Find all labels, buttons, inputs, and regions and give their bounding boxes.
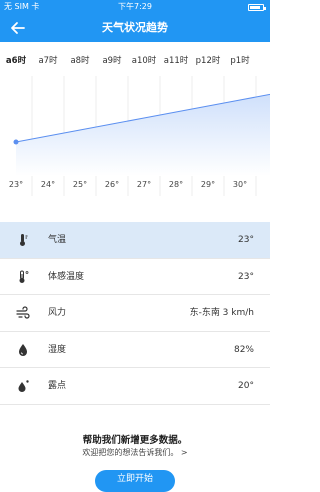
detail-label: 气温	[48, 235, 67, 245]
temperature-label: 28°	[168, 180, 184, 189]
detail-row-wind[interactable]: 风力 东-东南 3 km/h	[0, 295, 270, 332]
detail-value: 23°	[238, 235, 254, 245]
detail-list: 气温 23° 体感温度 23° 风力 东-东南 3 km/h 湿度 82% 露点…	[0, 222, 270, 405]
detail-value: 20°	[238, 381, 254, 391]
dew-point-icon	[18, 380, 29, 392]
hour-label[interactable]: a8时	[64, 54, 96, 66]
feels-like-icon	[19, 270, 29, 283]
temperature-chart[interactable]	[0, 76, 270, 196]
battery-icon	[248, 4, 266, 11]
temperature-labels: 23° 24° 25° 26° 27° 28° 29° 30°	[0, 180, 270, 194]
temperature-label: 30°	[232, 180, 248, 189]
temperature-label: 29°	[200, 180, 216, 189]
page-title: 天气状况趋势	[102, 21, 168, 34]
hour-label[interactable]: a9时	[96, 54, 128, 66]
temperature-label: 23°	[8, 180, 24, 189]
thermometer-icon	[20, 234, 28, 246]
status-icons	[248, 4, 266, 11]
detail-row-temperature[interactable]: 气温 23°	[0, 222, 270, 259]
temperature-label: 25°	[72, 180, 88, 189]
start-button[interactable]: 立即开始	[95, 470, 175, 492]
wind-icon	[16, 306, 30, 319]
selected-point	[13, 139, 19, 145]
temperature-label: 24°	[40, 180, 56, 189]
detail-value: 东-东南 3 km/h	[189, 308, 254, 318]
detail-value: 23°	[238, 271, 254, 282]
humidity-icon	[19, 343, 27, 356]
temperature-label: 27°	[136, 180, 152, 189]
hour-label[interactable]: a6时	[0, 54, 32, 66]
hour-label[interactable]: a10时	[128, 54, 160, 66]
detail-label: 露点	[48, 381, 67, 391]
detail-label: 风力	[48, 308, 67, 318]
hour-label[interactable]: p1时	[224, 54, 256, 66]
hour-label[interactable]: a11时	[160, 54, 192, 66]
detail-row-feels-like[interactable]: 体感温度 23°	[0, 259, 270, 295]
feedback-link[interactable]: 欢迎把您的想法告诉我们。 >	[0, 447, 270, 458]
detail-value: 82%	[233, 344, 254, 355]
detail-row-humidity[interactable]: 湿度 82%	[0, 332, 270, 368]
hour-label[interactable]: p12时	[192, 54, 224, 66]
detail-row-dew-point[interactable]: 露点 20°	[0, 368, 270, 405]
detail-label: 湿度	[48, 344, 67, 355]
feedback-section: 帮助我们新增更多数据。 欢迎把您的想法告诉我们。 >	[0, 434, 270, 458]
feedback-title: 帮助我们新增更多数据。	[82, 435, 188, 446]
temperature-label: 26°	[104, 180, 120, 189]
app-bar: 天气状况趋势	[0, 14, 270, 42]
hour-label[interactable]: a7时	[32, 54, 64, 66]
detail-label: 体感温度	[48, 271, 85, 282]
hour-strip[interactable]: a6时 a7时 a8时 a9时 a10时 a11时 p12时 p1时	[0, 54, 270, 76]
clock: 下午7:29	[118, 2, 152, 11]
status-bar: 无 SIM 卡 下午7:29	[0, 0, 270, 14]
